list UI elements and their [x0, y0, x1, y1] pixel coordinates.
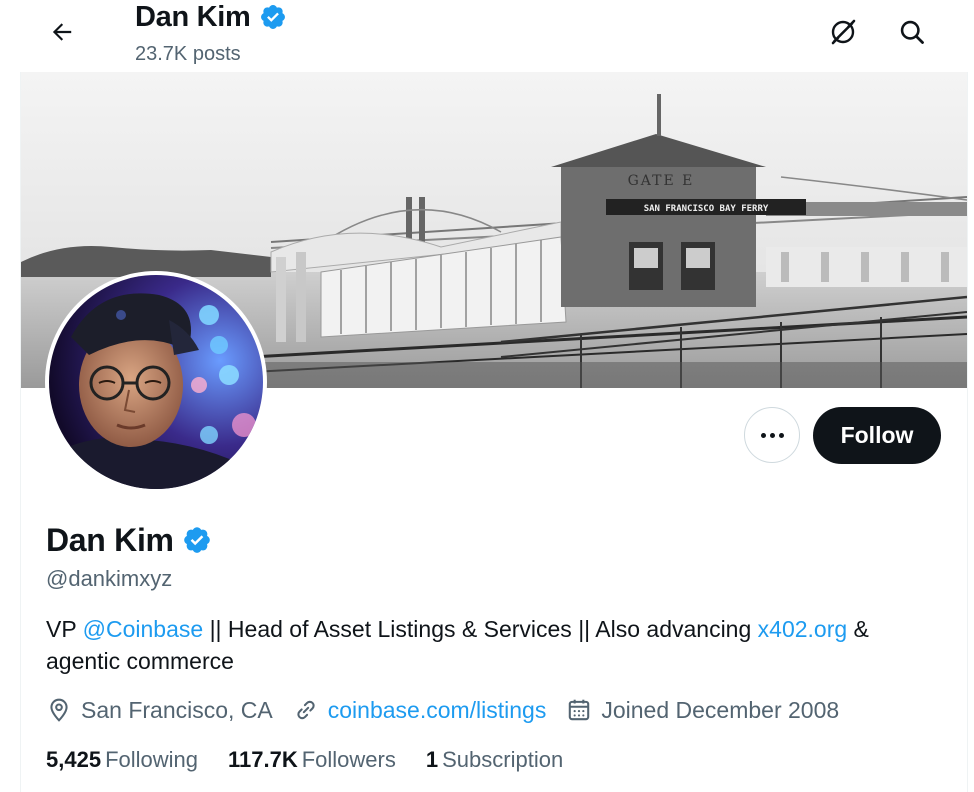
calendar-icon: [569, 699, 590, 721]
following-label: Following: [105, 747, 198, 772]
banner-sign-ferry: SAN FRANCISCO BAY FERRY: [644, 204, 769, 214]
avatar: [49, 275, 263, 489]
header-name: Dan Kim: [135, 1, 251, 33]
profile-bio: VP @Coinbase || Head of Asset Listings &…: [46, 613, 926, 677]
following-count: 5,425: [46, 747, 102, 772]
subscriptions-label: Subscription: [442, 747, 564, 772]
search-button[interactable]: [891, 11, 933, 53]
posts-count: 23.7K posts: [135, 43, 241, 65]
profile-header-bar: Dan Kim 23.7K posts: [0, 0, 974, 72]
grok-icon: [831, 19, 856, 45]
followers-label: Followers: [301, 747, 396, 772]
link-icon: [297, 700, 315, 720]
location-item: San Francisco, CA: [46, 694, 273, 726]
joined-item: Joined December 2008: [566, 694, 839, 726]
search-icon: [900, 20, 924, 44]
location-text: San Francisco, CA: [81, 697, 273, 723]
subscriptions-count: 1: [425, 747, 439, 772]
profile-name-row: Dan Kim: [46, 520, 212, 560]
joined-text: Joined December 2008: [601, 697, 840, 723]
avatar-image: [49, 275, 263, 489]
bio-mention-link[interactable]: @Coinbase: [83, 616, 204, 642]
arrow-left-icon: [52, 23, 72, 41]
website-item: coinbase.com/listings: [293, 694, 547, 726]
more-options-button[interactable]: [744, 407, 800, 463]
verified-badge-icon[interactable]: [182, 525, 212, 555]
follow-button[interactable]: Follow: [813, 407, 941, 464]
grok-button[interactable]: [822, 11, 864, 53]
subscriptions-link[interactable]: 1 Subscription: [426, 744, 563, 776]
profile-name: Dan Kim: [46, 522, 174, 558]
website-link[interactable]: coinbase.com/listings: [328, 694, 547, 726]
banner-sign-gate: GATE E: [628, 173, 695, 189]
bio-text-middle: || Head of Asset Listings & Services || …: [203, 616, 758, 642]
profile-stats: 5,425 Following 117.7K Followers 1 Subscrip…: [46, 744, 593, 776]
bio-text-prefix: VP: [46, 616, 83, 642]
verified-badge-icon: [260, 5, 285, 29]
profile-avatar[interactable]: [45, 271, 267, 493]
followers-link[interactable]: 117.7K Followers: [228, 744, 396, 776]
back-button[interactable]: [42, 12, 82, 52]
bio-website-link[interactable]: x402.org: [758, 616, 848, 642]
followers-count: 117.7K: [228, 747, 298, 772]
header-title: Dan Kim: [135, 0, 287, 34]
following-link[interactable]: 5,425 Following: [46, 744, 198, 776]
more-dots-icon: [760, 432, 766, 438]
location-pin-icon: [50, 698, 68, 722]
profile-meta: San Francisco, CA coinbase.com/listings …: [46, 694, 859, 726]
profile-handle: @dankimxyz: [46, 566, 173, 591]
